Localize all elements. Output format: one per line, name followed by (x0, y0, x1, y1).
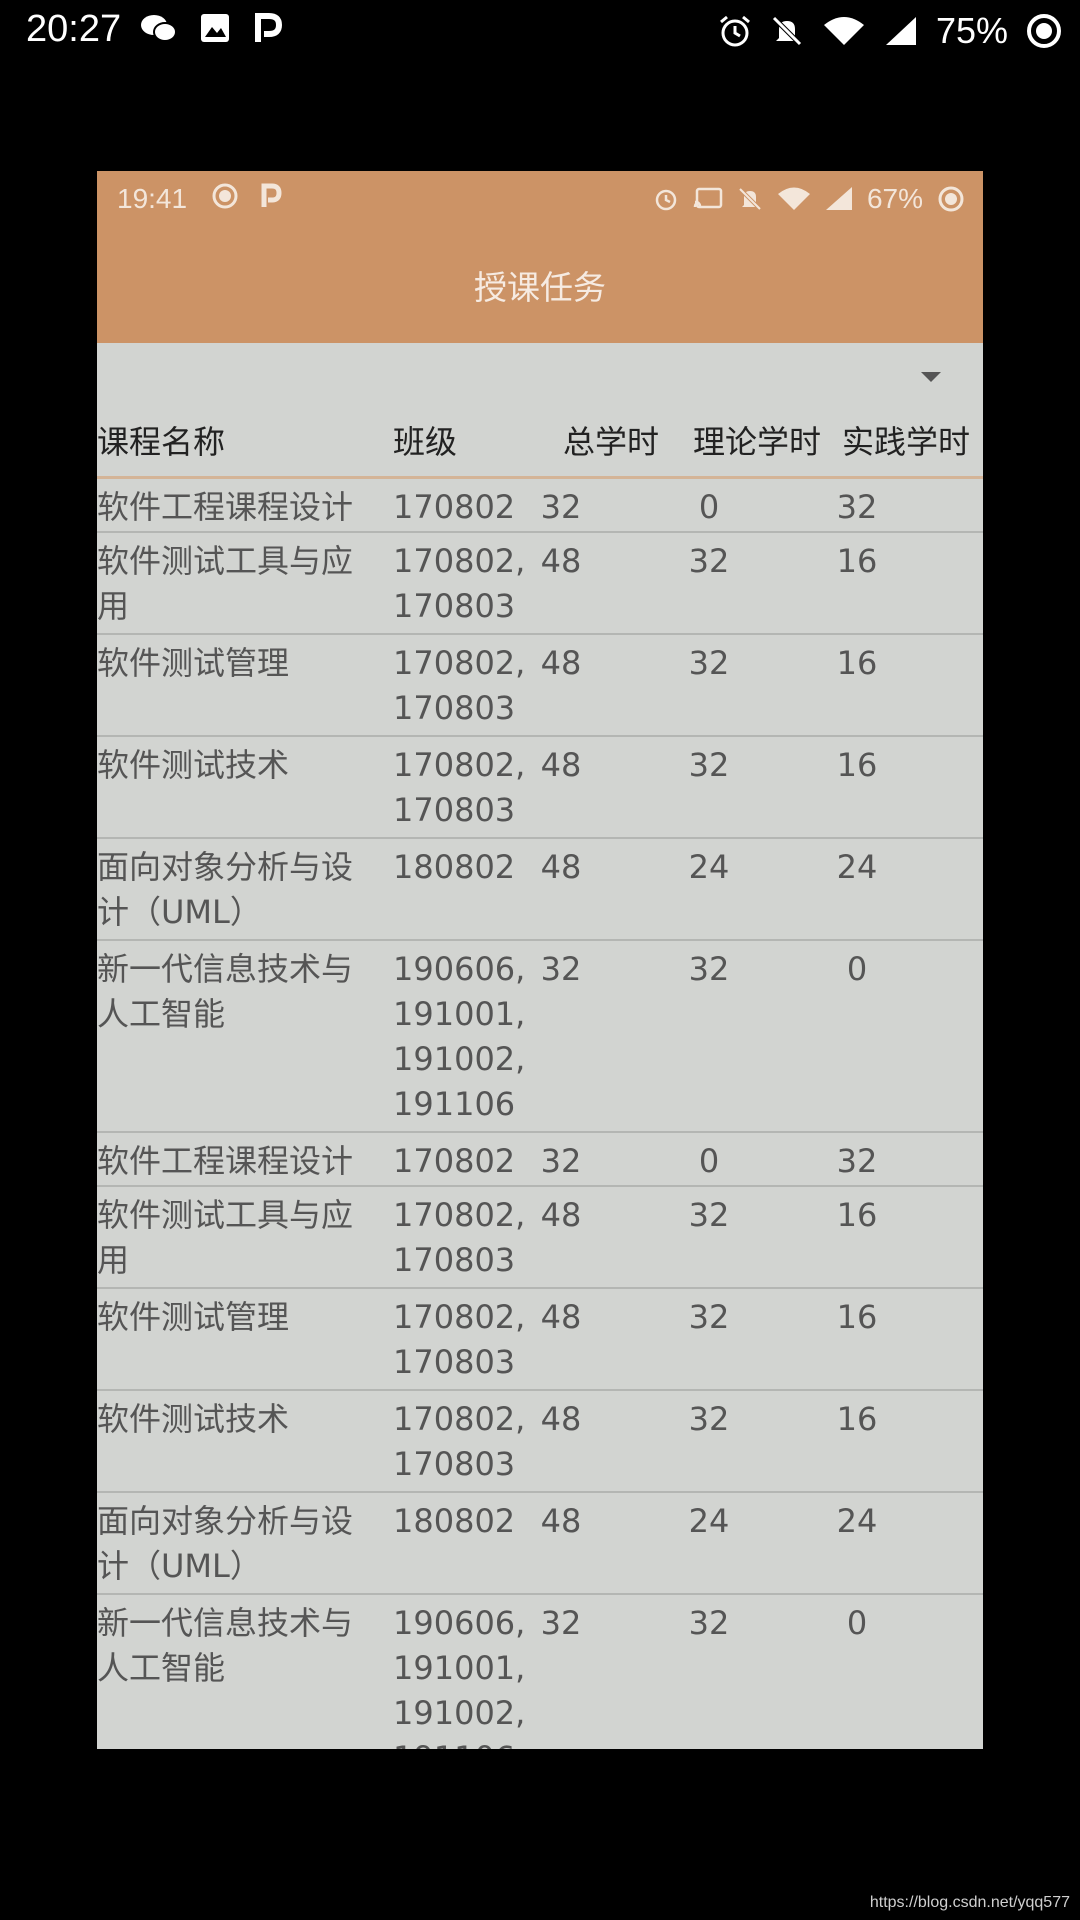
p-icon (261, 183, 282, 207)
app-screenshot: 19:41 67% 授课任务 课程名称 班级 总学时 理论学时 实践学时 软件工… (97, 171, 983, 1749)
course-name-cell: 软件测试管理 (97, 1298, 290, 1336)
theory-hours-cell: 32 (688, 746, 730, 784)
total-hours-cell: 48 (540, 542, 582, 580)
record-icon (212, 183, 238, 209)
practice-hours-cell: 16 (836, 1298, 878, 1336)
outer-status-bar: 20:27 75% (0, 0, 1080, 64)
total-hours-cell: 48 (540, 644, 582, 682)
practice-hours-cell: 0 (846, 1604, 868, 1642)
table-row[interactable]: 软件测试管理 170802, 170803 48 32 16 (97, 1289, 983, 1391)
total-hours-cell: 48 (540, 746, 582, 784)
dropdown-arrow-icon[interactable] (921, 372, 941, 382)
inner-status-bar: 19:41 67% (97, 171, 983, 225)
course-name-cell: 软件工程课程设计 (97, 1142, 354, 1180)
mute-icon (738, 187, 762, 211)
table-row[interactable]: 面向对象分析与设计（UML） 180802 48 24 24 (97, 1493, 983, 1595)
course-name-cell: 新一代信息技术与人工智能 (97, 950, 354, 1033)
p-icon (255, 13, 282, 42)
app-header: 19:41 67% 授课任务 (97, 171, 983, 343)
course-name-cell: 新一代信息技术与人工智能 (97, 1604, 354, 1687)
alarm-icon (655, 189, 677, 211)
column-header-theory: 理论学时 (693, 423, 822, 461)
inner-battery-percent: 67% (866, 183, 923, 214)
table-row[interactable]: 软件工程课程设计 170802 32 0 32 (97, 479, 983, 533)
theory-hours-cell: 0 (698, 1142, 720, 1180)
practice-hours-cell: 16 (836, 644, 878, 682)
table-row[interactable]: 软件测试工具与应用 170802, 170803 48 32 16 (97, 1187, 983, 1289)
signal-icon (825, 187, 852, 210)
practice-hours-cell: 16 (836, 746, 878, 784)
practice-hours-cell: 16 (836, 1400, 878, 1438)
table-row[interactable]: 软件测试工具与应用 170802, 170803 48 32 16 (97, 533, 983, 635)
total-hours-cell: 48 (540, 1196, 582, 1234)
practice-hours-cell: 24 (836, 848, 878, 886)
total-hours-cell: 32 (540, 488, 582, 526)
practice-hours-cell: 16 (836, 1196, 878, 1234)
total-hours-cell: 48 (540, 1298, 582, 1336)
column-header-class: 班级 (393, 423, 458, 461)
course-name-cell: 软件测试技术 (97, 1400, 290, 1438)
theory-hours-cell: 32 (688, 542, 730, 580)
practice-hours-cell: 0 (846, 950, 868, 988)
table-body: 软件工程课程设计 170802 32 0 32 软件测试工具与应用 170802, 1708… (97, 479, 983, 1749)
total-hours-cell: 32 (540, 1604, 582, 1642)
table-row[interactable]: 软件测试技术 170802, 170803 48 32 16 (97, 1391, 983, 1493)
table-row[interactable]: 软件测试管理 170802, 170803 48 32 16 (97, 635, 983, 737)
course-name-cell: 软件工程课程设计 (97, 488, 354, 526)
theory-hours-cell: 24 (688, 1502, 730, 1540)
course-name-cell: 软件测试工具与应用 (97, 1196, 354, 1279)
battery-icon (938, 186, 964, 212)
course-name-cell: 面向对象分析与设计（UML） (97, 1502, 354, 1585)
watermark: https://blog.csdn.net/yqq577 (869, 1894, 1070, 1911)
practice-hours-cell: 24 (836, 1502, 878, 1540)
wifi-icon (777, 187, 810, 210)
course-name-cell: 软件测试工具与应用 (97, 542, 354, 625)
signal-icon (885, 17, 916, 45)
theory-hours-cell: 32 (688, 1196, 730, 1234)
inner-clock: 19:41 (117, 183, 188, 214)
table-row[interactable]: 软件工程课程设计 170802 32 0 32 (97, 1133, 983, 1187)
total-hours-cell: 32 (540, 1142, 582, 1180)
course-name-cell: 软件测试管理 (97, 644, 290, 682)
column-header-total: 总学时 (563, 423, 660, 461)
table-row[interactable]: 新一代信息技术与人工智能190606, 191001, 191002, 1911… (97, 1595, 983, 1749)
theory-hours-cell: 32 (688, 1400, 730, 1438)
theory-hours-cell: 32 (688, 644, 730, 682)
column-header-practice: 实践学时 (842, 423, 971, 461)
alarm-icon (719, 15, 750, 47)
column-header-course: 课程名称 (97, 423, 226, 461)
outer-battery-percent: 75% (935, 10, 1008, 51)
course-name-cell: 软件测试技术 (97, 746, 290, 784)
practice-hours-cell: 16 (836, 542, 878, 580)
wechat-icon (141, 15, 177, 42)
theory-hours-cell: 32 (688, 1298, 730, 1336)
table-row[interactable]: 软件测试技术 170802, 170803 48 32 16 (97, 737, 983, 839)
total-hours-cell: 48 (540, 1400, 582, 1438)
table-header: 课程名称 班级 总学时 理论学时 实践学时 (97, 407, 983, 467)
practice-hours-cell: 32 (836, 1142, 878, 1180)
battery-icon (1027, 14, 1061, 48)
theory-hours-cell: 24 (688, 848, 730, 886)
wifi-icon (823, 17, 864, 45)
theory-hours-cell: 32 (688, 950, 730, 988)
total-hours-cell: 32 (540, 950, 582, 988)
page-title: 授课任务 (474, 268, 606, 307)
mute-icon (772, 16, 802, 46)
theory-hours-cell: 32 (688, 1604, 730, 1642)
course-name-cell: 面向对象分析与设计（UML） (97, 848, 354, 931)
outer-clock: 20:27 (26, 8, 122, 50)
cast-icon (693, 187, 723, 209)
theory-hours-cell: 0 (698, 488, 720, 526)
table-row[interactable]: 新一代信息技术与人工智能190606, 191001, 191002, 1911… (97, 941, 983, 1133)
total-hours-cell: 48 (540, 1502, 582, 1540)
total-hours-cell: 48 (540, 848, 582, 886)
practice-hours-cell: 32 (836, 488, 878, 526)
table-row[interactable]: 面向对象分析与设计（UML） 180802 48 24 24 (97, 839, 983, 941)
image-icon (201, 14, 229, 42)
